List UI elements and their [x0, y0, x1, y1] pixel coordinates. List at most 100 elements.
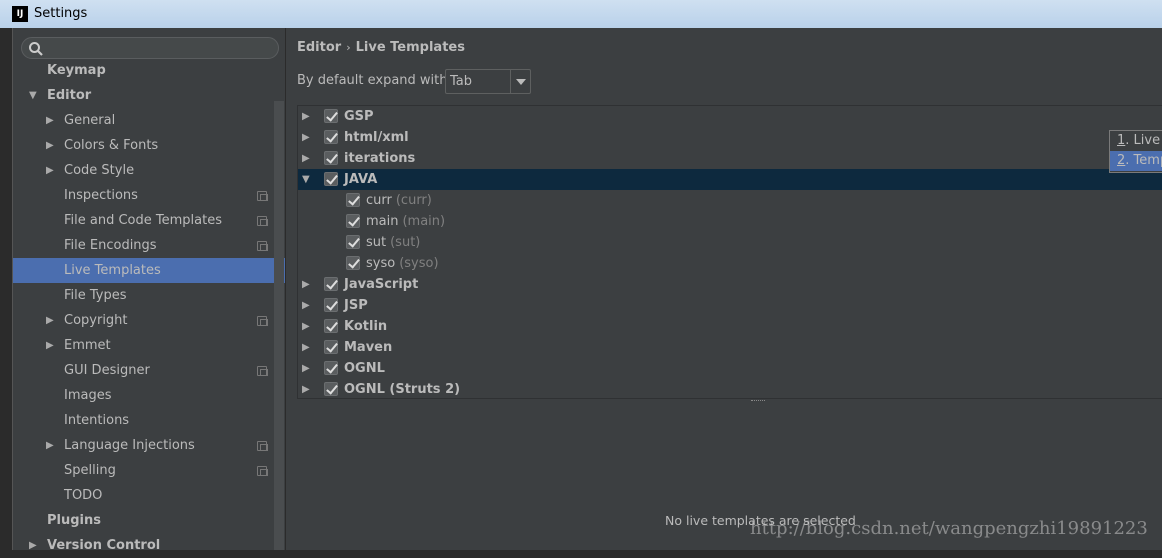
project-settings-icon — [257, 216, 268, 226]
collapsed-arrow-icon[interactable]: ▶ — [302, 148, 310, 169]
sidebar-item-label: Copyright — [64, 313, 128, 328]
sidebar-item-keymap[interactable]: Keymap — [13, 58, 285, 83]
template-checkbox[interactable] — [324, 172, 338, 186]
template-group[interactable]: ▶ Maven — [298, 337, 1162, 358]
template-item[interactable]: syso (syso) — [298, 253, 1162, 274]
popup-item-live-template[interactable]: 1. Live T — [1110, 131, 1162, 151]
template-checkbox[interactable] — [324, 130, 338, 144]
template-checkbox[interactable] — [324, 151, 338, 165]
sidebar-item-inspections[interactable]: Inspections — [13, 183, 285, 208]
collapsed-arrow-icon[interactable]: ▶ — [46, 133, 54, 158]
popup-item-template-group[interactable]: 2. Temp — [1110, 151, 1162, 171]
collapsed-arrow-icon[interactable]: ▶ — [46, 308, 54, 333]
template-item[interactable]: main (main) — [298, 211, 1162, 232]
template-group[interactable]: ▶ OGNL (Struts 2) — [298, 379, 1162, 400]
splitter-handle[interactable] — [751, 400, 765, 402]
search-input[interactable] — [21, 37, 279, 59]
sidebar-item-emmet[interactable]: ▶ Emmet — [13, 333, 285, 358]
template-name: JAVA — [344, 169, 377, 190]
expanded-arrow-icon[interactable]: ▼ — [302, 169, 310, 190]
sidebar-item-label: TODO — [64, 488, 103, 503]
sidebar-item-code-style[interactable]: ▶ Code Style — [13, 158, 285, 183]
template-group[interactable]: ▶ iterations — [298, 148, 1162, 169]
template-checkbox[interactable] — [324, 382, 338, 396]
expand-with-value: Tab — [450, 74, 473, 89]
collapsed-arrow-icon[interactable]: ▶ — [46, 158, 54, 183]
template-checkbox[interactable] — [346, 193, 360, 207]
template-group[interactable]: ▶ html/xml — [298, 127, 1162, 148]
template-group[interactable]: ▶ JavaScript — [298, 274, 1162, 295]
sidebar-item-label: Keymap — [47, 63, 106, 78]
template-checkbox[interactable] — [324, 361, 338, 375]
project-settings-icon — [257, 441, 268, 451]
sidebar-item-live-templates[interactable]: Live Templates — [13, 258, 285, 283]
sidebar-item-file-encodings[interactable]: File Encodings — [13, 233, 285, 258]
sidebar-item-spelling[interactable]: Spelling — [13, 458, 285, 483]
sidebar-item-plugins[interactable]: Plugins — [13, 508, 285, 533]
collapsed-arrow-icon[interactable]: ▶ — [302, 379, 310, 400]
sidebar-item-general[interactable]: ▶ General — [13, 108, 285, 133]
template-name: curr (curr) — [366, 190, 432, 211]
template-name-text: JavaScript — [344, 277, 419, 292]
collapsed-arrow-icon[interactable]: ▶ — [302, 358, 310, 379]
project-settings-icon — [257, 466, 268, 476]
sidebar-item-images[interactable]: Images — [13, 383, 285, 408]
chevron-down-icon[interactable] — [510, 70, 530, 93]
collapsed-arrow-icon[interactable]: ▶ — [302, 274, 310, 295]
project-settings-icon — [257, 366, 268, 376]
template-name: OGNL — [344, 358, 385, 379]
sidebar-item-colors-fonts[interactable]: ▶ Colors & Fonts — [13, 133, 285, 158]
template-name: syso (syso) — [366, 253, 439, 274]
template-checkbox[interactable] — [324, 109, 338, 123]
template-group[interactable]: ▶ JSP — [298, 295, 1162, 316]
sidebar-item-version-control[interactable]: ▶ Version Control — [13, 533, 285, 558]
template-item[interactable]: curr (curr) — [298, 190, 1162, 211]
template-name-text: iterations — [344, 151, 416, 166]
collapsed-arrow-icon[interactable]: ▶ — [46, 108, 54, 133]
settings-window: Keymap ▼ Editor ▶ General ▶ Colors & Fonts ▶ Cod… — [12, 28, 1162, 553]
sidebar-item-label: Images — [64, 388, 112, 403]
sidebar-item-gui-designer[interactable]: GUI Designer — [13, 358, 285, 383]
collapsed-arrow-icon[interactable]: ▶ — [46, 333, 54, 358]
collapsed-arrow-icon[interactable]: ▶ — [302, 337, 310, 358]
expand-label: By default expand with — [297, 73, 448, 88]
sidebar-item-label: Intentions — [64, 413, 130, 428]
sidebar-item-label: Inspections — [64, 188, 138, 203]
collapsed-arrow-icon[interactable]: ▶ — [302, 295, 310, 316]
collapsed-arrow-icon[interactable]: ▶ — [46, 433, 54, 458]
template-group[interactable]: ▼ JAVA — [298, 169, 1162, 190]
template-group[interactable]: ▶ Kotlin — [298, 316, 1162, 337]
sidebar-item-label: Colors & Fonts — [64, 138, 159, 153]
template-name-text: html/xml — [344, 130, 409, 145]
template-checkbox[interactable] — [324, 298, 338, 312]
title-bar: IJ Settings — [0, 0, 1162, 28]
template-checkbox[interactable] — [346, 235, 360, 249]
sidebar-item-file-types[interactable]: File Types — [13, 283, 285, 308]
sidebar-item-language-injections[interactable]: ▶ Language Injections — [13, 433, 285, 458]
template-checkbox[interactable] — [324, 319, 338, 333]
collapsed-arrow-icon[interactable]: ▶ — [29, 533, 37, 558]
template-group[interactable]: ▶ OGNL — [298, 358, 1162, 379]
sidebar-item-copyright[interactable]: ▶ Copyright — [13, 308, 285, 333]
template-checkbox[interactable] — [346, 256, 360, 270]
template-name: sut (sut) — [366, 232, 420, 253]
template-checkbox[interactable] — [324, 340, 338, 354]
app-logo: IJ — [12, 6, 28, 22]
template-item[interactable]: sut (sut) — [298, 232, 1162, 253]
template-checkbox[interactable] — [346, 214, 360, 228]
sidebar-item-editor[interactable]: ▼ Editor — [13, 83, 285, 108]
template-checkbox[interactable] — [324, 277, 338, 291]
breadcrumb-parent[interactable]: Editor — [297, 40, 341, 55]
expand-with-select[interactable]: Tab — [445, 69, 531, 94]
sidebar-scrollbar[interactable] — [274, 101, 284, 550]
expanded-arrow-icon[interactable]: ▼ — [29, 83, 37, 108]
collapsed-arrow-icon[interactable]: ▶ — [302, 316, 310, 337]
sidebar-item-label: Version Control — [47, 538, 161, 553]
sidebar-item-intentions[interactable]: Intentions — [13, 408, 285, 433]
collapsed-arrow-icon[interactable]: ▶ — [302, 106, 310, 127]
sidebar-item-label: Code Style — [64, 163, 135, 178]
sidebar-item-file-and-code-templates[interactable]: File and Code Templates — [13, 208, 285, 233]
template-group[interactable]: ▶ GSP — [298, 106, 1162, 127]
collapsed-arrow-icon[interactable]: ▶ — [302, 127, 310, 148]
sidebar-item-todo[interactable]: TODO — [13, 483, 285, 508]
